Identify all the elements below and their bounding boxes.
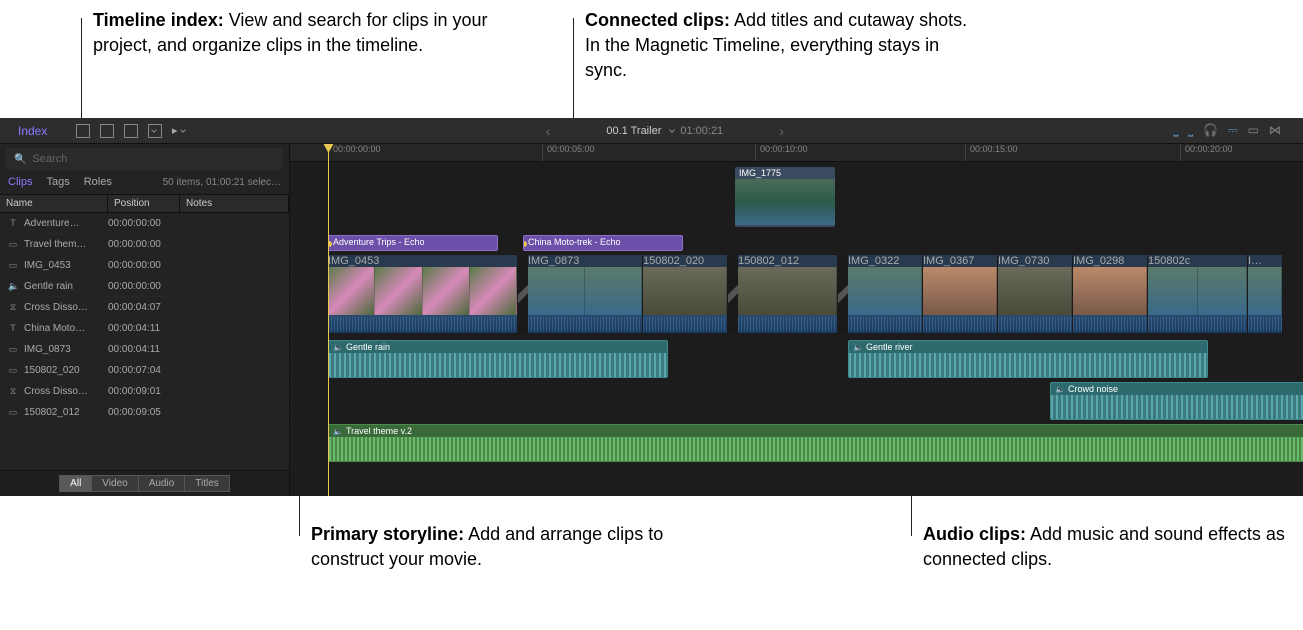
filter-bar: All Video Audio Titles	[0, 470, 289, 496]
list-item[interactable]: ▭150802_01200:00:09:05	[0, 402, 289, 423]
audio-clip[interactable]: 🔈Crowd noise	[1050, 382, 1303, 420]
audio-icon: 🔈	[853, 343, 863, 352]
solo-icon[interactable]: 🎧	[1203, 123, 1218, 138]
audio-icon: 🔈	[1055, 385, 1065, 394]
clip-type-icon: ▭	[8, 344, 18, 355]
app-window: Index ▸ ‹ 00.1 Trailer 01:00:21 › ⎵ ⎵ 🎧 …	[0, 118, 1303, 496]
video-clip[interactable]: 150802c	[1148, 255, 1248, 333]
filter-audio[interactable]: Audio	[138, 475, 185, 492]
video-clip[interactable]: IMG_0873	[528, 255, 643, 333]
tool-icon[interactable]	[100, 124, 114, 138]
audio-clip[interactable]: 🔈Travel theme v.2	[328, 424, 1303, 462]
audio-icon: 🔈	[333, 343, 343, 352]
audio-clip[interactable]: 🔈Gentle river	[848, 340, 1208, 378]
callout-audio-clips: Audio clips: Add music and sound effects…	[923, 522, 1303, 572]
video-clip[interactable]: IMG_0453	[328, 255, 518, 333]
index-button[interactable]: Index	[0, 124, 70, 138]
video-clip[interactable]: 150802_020	[643, 255, 728, 333]
audio-icon: 🔈	[333, 427, 343, 436]
skimming-icon[interactable]: ⎵	[1174, 123, 1179, 138]
filter-all[interactable]: All	[59, 475, 91, 492]
callout-connected-clips: Connected clips: Add titles and cutaway …	[585, 8, 985, 84]
toolbar: Index ▸ ‹ 00.1 Trailer 01:00:21 › ⎵ ⎵ 🎧 …	[0, 118, 1303, 144]
list-item[interactable]: 🔈Gentle rain00:00:00:00	[0, 276, 289, 297]
clip-type-icon: ⧖	[8, 302, 18, 313]
callout-timeline-index: Timeline index: View and search for clip…	[93, 8, 493, 58]
clip-type-icon: T	[8, 323, 18, 333]
view-icon[interactable]: ▭	[1248, 123, 1259, 138]
tab-clips[interactable]: Clips	[8, 176, 32, 188]
prev-edit-icon[interactable]: ‹	[496, 123, 601, 139]
video-clip[interactable]: I…	[1248, 255, 1283, 333]
connected-video-clip[interactable]: IMG_1775	[735, 167, 835, 227]
time-ruler[interactable]: 00:00:00:0000:00:05:0000:00:10:0000:00:1…	[290, 144, 1303, 162]
title-clip[interactable]: China Moto-trek - Echo	[523, 235, 683, 251]
list-item[interactable]: ▭IMG_045300:00:00:00	[0, 255, 289, 276]
clip-type-icon: 🔈	[8, 281, 18, 292]
tab-roles[interactable]: Roles	[84, 176, 112, 188]
primary-storyline: IMG_0453IMG_0873150802_020150802_012IMG_…	[328, 255, 1303, 333]
callout-primary-storyline: Primary storyline: Add and arrange clips…	[311, 522, 711, 572]
clip-type-icon: T	[8, 218, 18, 228]
list-item[interactable]: ▭IMG_087300:00:04:11	[0, 339, 289, 360]
tool-icon[interactable]	[76, 124, 90, 138]
list-item[interactable]: TChina Moto…00:00:04:11	[0, 318, 289, 339]
title-clip[interactable]: Adventure Trips - Echo	[328, 235, 498, 251]
clip-type-icon: ▭	[8, 365, 18, 376]
list-item[interactable]: ⧖Cross Disso…00:00:04:07	[0, 297, 289, 318]
tool-icon[interactable]	[124, 124, 138, 138]
video-clip[interactable]: 150802_012	[738, 255, 838, 333]
next-edit-icon[interactable]: ›	[729, 123, 834, 139]
video-clip[interactable]: IMG_0730	[998, 255, 1073, 333]
timeline-index-panel: 🔍 Search Clips Tags Roles 50 items, 01:0…	[0, 144, 290, 496]
timecode-display: 01:00:21	[680, 125, 723, 137]
search-icon: 🔍	[14, 154, 26, 165]
clip-type-icon: ▭	[8, 239, 18, 250]
project-title[interactable]: ‹ 00.1 Trailer 01:00:21 ›	[496, 123, 834, 139]
filter-titles[interactable]: Titles	[184, 475, 230, 492]
video-clip[interactable]: IMG_0298	[1073, 255, 1148, 333]
list-item[interactable]: ▭Travel them…00:00:00:00	[0, 234, 289, 255]
clip-type-icon: ⧖	[8, 386, 18, 397]
audio-clip[interactable]: 🔈Gentle rain	[328, 340, 668, 378]
tool-icon[interactable]	[148, 124, 162, 138]
transition-clip[interactable]	[728, 255, 738, 333]
clip-type-icon: ▭	[8, 260, 18, 271]
column-headers[interactable]: Name Position Notes	[0, 194, 289, 213]
list-item[interactable]: TAdventure…00:00:00:00	[0, 213, 289, 234]
list-item[interactable]: ▭150802_02000:00:07:04	[0, 360, 289, 381]
filter-video[interactable]: Video	[91, 475, 137, 492]
trim-icon[interactable]: ⋈	[1269, 123, 1281, 138]
timeline-area[interactable]: 00:00:00:0000:00:05:0000:00:10:0000:00:1…	[290, 144, 1303, 496]
video-clip[interactable]: IMG_0367	[923, 255, 998, 333]
clip-type-icon: ▭	[8, 407, 18, 418]
snapping-icon[interactable]: ⎓	[1228, 123, 1238, 138]
transition-clip[interactable]	[838, 255, 848, 333]
selection-info: 50 items, 01:00:21 selec…	[163, 177, 281, 188]
video-clip[interactable]: IMG_0322	[848, 255, 923, 333]
list-item[interactable]: ⧖Cross Disso…00:00:09:01	[0, 381, 289, 402]
pointer-tool-icon[interactable]: ▸	[172, 124, 186, 138]
transition-clip[interactable]	[518, 255, 528, 333]
search-input[interactable]: 🔍 Search	[6, 148, 283, 170]
playhead[interactable]	[328, 144, 329, 496]
tab-tags[interactable]: Tags	[46, 176, 69, 188]
audio-skimming-icon[interactable]: ⎵	[1188, 123, 1193, 138]
